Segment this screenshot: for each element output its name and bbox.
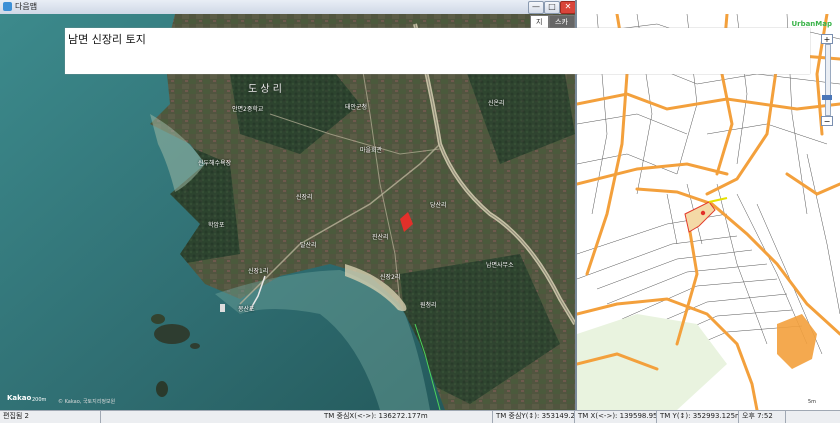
place-label[interactable]: 남면사무소 [486,260,514,269]
brand-logo: UrbanMap [791,20,832,28]
map-view-button[interactable]: 지도 [530,15,549,38]
zoom-handle[interactable] [822,95,832,100]
window-titlebar[interactable]: 다음맵 — □ ✕ [0,0,575,15]
place-label[interactable]: 몽산포 [238,304,255,313]
place-label[interactable]: 신장2리 [380,272,400,281]
map-type-toggle: 지도 스카이뷰 [530,15,575,38]
close-button[interactable]: ✕ [560,1,575,14]
place-label[interactable]: 진산리 [372,232,389,241]
region-label: 도 상 리 [248,84,282,95]
place-label[interactable]: 신장리 [296,192,313,201]
status-cell: TM Y(↕): 352993.125m [657,411,739,423]
place-label[interactable]: 신온리 [488,98,505,107]
maximize-button[interactable]: □ [544,1,560,14]
place-label[interactable]: 학암포 [208,220,225,229]
place-label[interactable]: 안면2중학교 [232,104,263,113]
zoom-control[interactable]: + − [821,34,833,129]
app-icon [3,2,12,11]
window-title: 다음맵 [15,2,38,11]
place-label[interactable]: 태안군청 [345,102,367,111]
vector-map-top-strip [577,0,840,14]
place-label[interactable]: 신두해수욕장 [198,158,231,167]
vector-scale-bar: 5m [808,399,817,405]
place-label[interactable]: 신장1리 [248,266,268,275]
status-cell: TM X(<->): 139598.953m [575,411,657,423]
status-bar: 편집됨 2 TM 중심X(<->): 136272.177m TM 중심Y(↕)… [0,410,840,423]
place-label[interactable]: 달산리 [300,240,317,249]
copyright-text: © Kakao, 국토지리정보원 [58,399,116,405]
place-label[interactable]: 원청리 [420,300,437,309]
caption-box: 남면 신장리 토지 [65,28,810,74]
skyview-button[interactable]: 스카이뷰 [549,15,575,38]
status-cell: 편집됨 2 [0,411,101,423]
clock: 오후 7:52 [739,411,786,423]
status-cell: TM 중심Y(↕): 353149.250m [493,411,575,423]
minimize-button[interactable]: — [528,1,544,14]
place-label[interactable]: 마을회관 [360,145,382,154]
zoom-in-button[interactable]: + [821,34,833,44]
kakao-logo: Kakao [7,394,32,402]
zoom-out-button[interactable]: − [821,116,833,126]
status-cell: TM 중심X(<->): 136272.177m [321,411,493,423]
scale-bar: 200m [32,397,47,403]
zoom-track[interactable] [822,44,832,116]
caption-text: 남면 신장리 토지 [68,33,146,46]
place-label[interactable]: 당산리 [430,200,447,209]
